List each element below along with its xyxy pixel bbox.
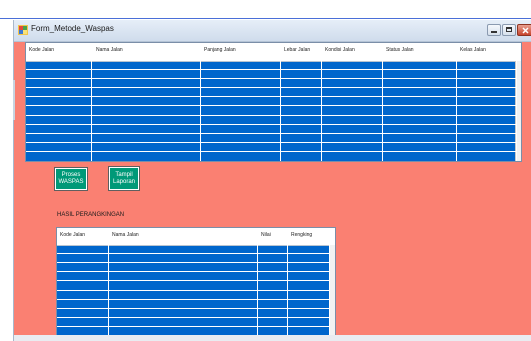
window-title: Form_Metode_Waspas (31, 24, 114, 33)
table-row-separator (57, 262, 330, 263)
table-row-separator (57, 253, 330, 254)
column-header-panjang-jalan[interactable]: Panjang Jalan (201, 43, 282, 53)
column-header-lebar-jalan[interactable]: Lebar Jalan (281, 43, 324, 53)
column-header-status-jalan[interactable]: Status Jalan (383, 43, 458, 53)
column-label: Kondisi Jalan (325, 47, 355, 53)
column-header-nilai[interactable]: Nilai (258, 228, 289, 238)
column-separator (516, 43, 517, 161)
column-header-kode-jalan[interactable]: Kode Jalan (57, 228, 110, 238)
column-separator (329, 228, 330, 336)
table-row-separator (26, 105, 516, 106)
column-header-nama-jalan[interactable]: Nama Jalan (93, 43, 202, 53)
grid-header: Kode Jalan Nama Jalan Panjang Jalan Leba… (26, 43, 521, 62)
window-edge (13, 80, 15, 120)
column-separator (91, 43, 92, 161)
column-separator (456, 43, 457, 161)
table-row-separator (26, 115, 516, 116)
document-divider (0, 18, 531, 19)
tampil-laporan-button[interactable]: Tampil Laporan (108, 166, 140, 191)
table-row-separator (26, 78, 516, 79)
column-separator (280, 43, 281, 161)
maximize-icon (506, 27, 512, 32)
column-separator (287, 228, 288, 336)
column-label: Status Jalan (386, 47, 414, 53)
grid-header: Kode Jalan Nama Jalan Nilai Rengking (57, 228, 335, 246)
column-label: Panjang Jalan (204, 47, 236, 53)
column-separator (382, 43, 383, 161)
title-bar[interactable]: Form_Metode_Waspas (14, 20, 531, 42)
table-row-separator (57, 317, 330, 318)
close-button[interactable] (517, 24, 531, 36)
hasil-perangkingan-label: HASIL PERANGKINGAN (57, 212, 125, 218)
column-header-nama-jalan[interactable]: Nama Jalan (109, 228, 259, 238)
table-row-separator (57, 299, 330, 300)
data-grid-jalan[interactable]: Kode Jalan Nama Jalan Panjang Jalan Leba… (25, 42, 522, 162)
column-header-kelas-jalan[interactable]: Kelas Jalan (457, 43, 520, 53)
table-row-separator (26, 142, 516, 143)
column-label: Lebar Jalan (284, 47, 311, 53)
data-grid-hasil[interactable]: Kode Jalan Nama Jalan Nilai Rengking (56, 227, 336, 337)
app-icon[interactable] (18, 25, 28, 35)
minimize-icon (491, 31, 497, 33)
table-row-separator (26, 124, 516, 125)
proses-waspas-button[interactable]: Proses WASPAS (54, 167, 88, 191)
maximize-button[interactable] (502, 24, 516, 36)
column-header-kondisi-jalan[interactable]: Kondisi Jalan (322, 43, 383, 53)
form-window: Form_Metode_Waspas Kode Jalan Nama Jalan… (13, 20, 531, 341)
column-label: Nama Jalan (96, 47, 123, 53)
column-separator (257, 228, 258, 336)
table-row-separator (57, 326, 330, 327)
column-header-kode-jalan[interactable]: Kode Jalan (26, 43, 93, 53)
document-strip (0, 0, 531, 20)
table-row-separator (26, 133, 516, 134)
window-bottom-edge (14, 335, 531, 341)
table-row-separator (57, 290, 330, 291)
minimize-button[interactable] (487, 24, 501, 36)
table-row-separator (26, 87, 516, 88)
table-row-separator (26, 96, 516, 97)
column-label: Kelas Jalan (460, 47, 486, 53)
table-row-separator (57, 280, 330, 281)
table-row-separator (57, 308, 330, 309)
table-row-separator (26, 151, 516, 152)
column-label: Kode Jalan (60, 232, 86, 238)
column-label: Kode Jalan (29, 47, 55, 53)
column-label: Nilai (261, 232, 271, 238)
column-label: Rengking (291, 232, 313, 238)
table-row-separator (57, 271, 330, 272)
table-row-separator (26, 69, 516, 70)
column-header-rengking[interactable]: Rengking (288, 228, 331, 238)
close-icon (522, 27, 529, 34)
column-label: Nama Jalan (112, 232, 139, 238)
column-separator (108, 228, 109, 336)
column-separator (321, 43, 322, 161)
column-separator (200, 43, 201, 161)
